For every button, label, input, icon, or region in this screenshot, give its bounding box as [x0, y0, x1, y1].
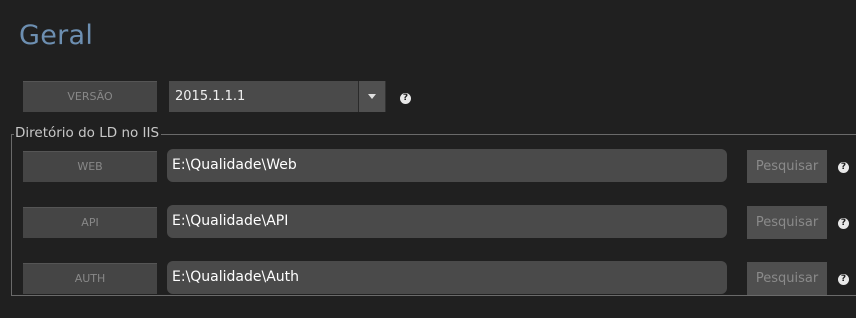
version-help-icon[interactable]: ? [400, 93, 411, 104]
api-search-button[interactable]: Pesquisar [747, 206, 827, 239]
version-label: VERSÃO [23, 81, 157, 112]
directory-group-legend: Diretório do LD no IIS [14, 124, 162, 142]
web-label: WEB [23, 151, 157, 182]
web-search-button[interactable]: Pesquisar [747, 150, 827, 183]
api-path-value: E:\Qualidade\API [172, 213, 289, 229]
auth-path-input[interactable]: E:\Qualidade\Auth [167, 261, 727, 294]
version-dropdown-button[interactable] [358, 81, 385, 112]
auth-path-value: E:\Qualidade\Auth [172, 269, 300, 285]
auth-help-icon[interactable]: ? [838, 274, 849, 285]
api-help-icon[interactable]: ? [838, 218, 849, 229]
auth-search-button[interactable]: Pesquisar [747, 262, 827, 295]
api-path-input[interactable]: E:\Qualidade\API [167, 205, 727, 238]
version-select[interactable]: 2015.1.1.1 [169, 81, 386, 112]
api-label: API [23, 207, 157, 238]
version-value: 2015.1.1.1 [175, 89, 246, 104]
web-path-value: E:\Qualidade\Web [172, 157, 297, 173]
chevron-down-icon [368, 94, 376, 99]
web-help-icon[interactable]: ? [838, 162, 849, 173]
auth-label: AUTH [23, 263, 157, 294]
page-title: Geral [19, 20, 94, 51]
web-path-input[interactable]: E:\Qualidade\Web [167, 149, 727, 182]
